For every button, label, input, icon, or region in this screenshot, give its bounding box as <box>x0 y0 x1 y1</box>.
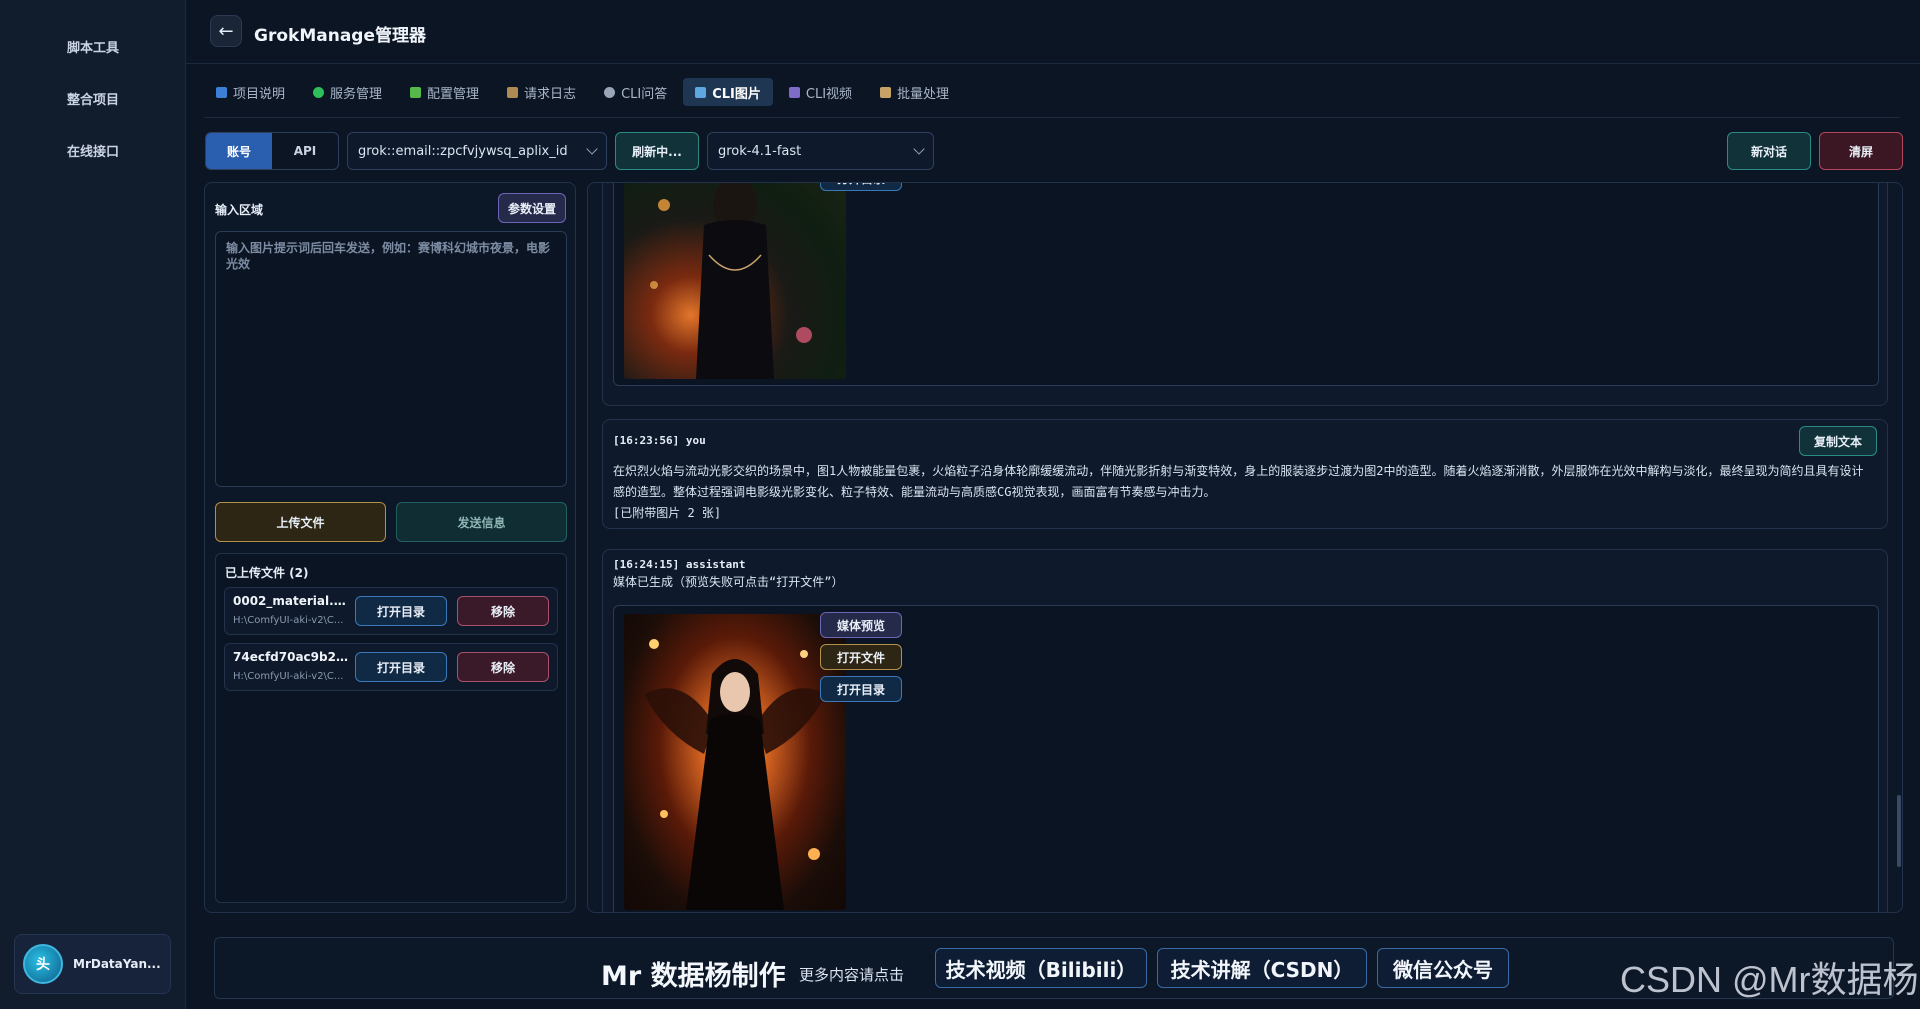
scrollbar[interactable] <box>1897 795 1901 867</box>
file-path: H:\ComfyUI-aki-v2\C... <box>233 615 344 626</box>
message-header: [16:24:15] assistant <box>613 558 746 571</box>
mode-toggle: 账号 API <box>205 132 339 170</box>
open-dir-button[interactable]: 打开目录 <box>820 183 902 191</box>
refresh-button[interactable]: 刷新中... <box>615 132 699 170</box>
open-dir-button[interactable]: 打开目录 <box>355 652 447 682</box>
banner-subtitle: 更多内容请点击 <box>799 966 905 984</box>
open-file-button[interactable]: 打开文件 <box>820 644 902 670</box>
tab-cli-image[interactable]: CLI图片 <box>683 78 773 106</box>
chat-icon <box>604 86 616 98</box>
remove-button[interactable]: 移除 <box>457 652 549 682</box>
user-card[interactable]: 头 MrDataYan... <box>14 934 171 994</box>
divider <box>204 117 1900 118</box>
watermark: CSDN @Mr数据杨 <box>1620 959 1919 1000</box>
file-path: H:\ComfyUI-aki-v2\C... <box>233 671 344 682</box>
upload-button[interactable]: 上传文件 <box>215 502 386 542</box>
film-icon <box>788 86 800 98</box>
csdn-link[interactable]: 技术讲解（CSDN） <box>1157 948 1367 988</box>
avatar: 头 <box>23 944 63 984</box>
input-title: 输入区域 <box>215 203 264 217</box>
attachment-note: [已附带图片 2 张] <box>613 506 722 520</box>
tab-cli-qa[interactable]: CLI问答 <box>592 78 679 106</box>
tab-service[interactable]: 服务管理 <box>301 78 394 106</box>
input-panel: 输入区域 参数设置 输入图片提示词后回车发送，例如：赛博科幻城市夜景，电影光效 … <box>204 182 576 913</box>
bilibili-link[interactable]: 技术视频（Bilibili） <box>935 948 1147 988</box>
sidebar: 脚本工具 整合项目 在线接口 头 MrDataYan... <box>0 0 186 1009</box>
model-select-value: grok-4.1-fast <box>718 143 802 159</box>
clipboard-icon <box>507 86 519 98</box>
tab-logs[interactable]: 请求日志 <box>495 78 588 106</box>
list-item: 74ecfd70ac9b27f... H:\ComfyUI-aki-v2\C..… <box>224 643 558 691</box>
mode-api-button[interactable]: API <box>272 133 338 169</box>
sidebar-item-script-tools[interactable]: 脚本工具 <box>0 28 186 64</box>
header: ← GrokManage管理器 <box>186 0 1920 64</box>
sidebar-item-online-api[interactable]: 在线接口 <box>0 132 186 168</box>
banner-title: Mr 数据杨制作 <box>601 961 786 992</box>
model-select[interactable]: grok-4.1-fast <box>707 132 934 170</box>
message-text: 在炽烈火焰与流动光影交织的场景中，图1人物被能量包裹，火焰粒子沿身体轮廓缓缓流动… <box>613 464 1864 499</box>
chat-message-user: [16:23:56] you 复制文本 在炽烈火焰与流动光影交织的场景中，图1人… <box>602 419 1888 529</box>
tab-label: 请求日志 <box>524 86 577 102</box>
box-icon <box>880 86 892 98</box>
user-name: MrDataYan... <box>73 957 161 971</box>
open-dir-button[interactable]: 打开目录 <box>355 596 447 626</box>
chat-message-previous: 打开目录 <box>602 183 1888 406</box>
message-text: 媒体已生成（预览失败可点击“打开文件”） <box>613 575 844 589</box>
sidebar-item-integration[interactable]: 整合项目 <box>0 80 186 116</box>
file-name: 0002_material.png <box>233 594 351 608</box>
params-button[interactable]: 参数设置 <box>498 193 566 223</box>
tab-project-info[interactable]: 项目说明 <box>204 78 297 106</box>
tab-label: 项目说明 <box>233 86 286 102</box>
tab-label: 批量处理 <box>897 86 950 102</box>
arrow-left-icon: ← <box>218 20 234 42</box>
file-name: 74ecfd70ac9b27f... <box>233 650 351 664</box>
book-icon <box>216 86 227 98</box>
account-select[interactable]: grok::email::zpcfvjywsq_aplix_id <box>347 132 607 170</box>
image-icon <box>695 86 707 98</box>
tab-cli-video[interactable]: CLI视频 <box>777 78 864 106</box>
tab-label: 配置管理 <box>427 86 480 102</box>
chevron-down-icon <box>913 143 925 155</box>
tab-batch[interactable]: 批量处理 <box>868 78 961 106</box>
mode-account-button[interactable]: 账号 <box>206 133 272 169</box>
wechat-link[interactable]: 微信公众号 <box>1377 948 1509 988</box>
clear-button[interactable]: 清屏 <box>1819 132 1903 170</box>
chevron-down-icon <box>586 143 598 155</box>
dot-icon <box>313 86 325 98</box>
tab-label: 服务管理 <box>330 86 383 102</box>
woman-figure-image <box>644 639 826 910</box>
page-title: GrokManage管理器 <box>254 26 426 46</box>
open-dir-button[interactable]: 打开目录 <box>820 676 902 702</box>
chat-panel: 打开目录 [16:23:56] you 复制文本 在炽烈火焰与流动光影交织的场景… <box>587 182 1903 913</box>
chat-message-assistant: [16:24:15] assistant 媒体已生成（预览失败可点击“打开文件”… <box>602 549 1888 912</box>
uploaded-title: 已上传文件 (2) <box>225 566 309 580</box>
media-box: 打开目录 <box>613 183 1879 386</box>
account-select-value: grok::email::zpcfvjywsq_aplix_id <box>358 143 568 159</box>
generated-image[interactable] <box>624 183 846 379</box>
copy-text-button[interactable]: 复制文本 <box>1799 426 1877 456</box>
tab-label: CLI问答 <box>621 86 668 102</box>
generated-image[interactable] <box>624 614 846 910</box>
list-item: 0002_material.png H:\ComfyUI-aki-v2\C...… <box>224 587 558 635</box>
prompt-input[interactable]: 输入图片提示词后回车发送，例如：赛博科幻城市夜景，电影光效 <box>215 231 567 487</box>
media-preview-button[interactable]: 媒体预览 <box>820 612 902 638</box>
message-header: [16:23:56] you <box>613 434 706 447</box>
send-button[interactable]: 发送信息 <box>396 502 567 542</box>
tab-label: CLI视频 <box>805 86 853 102</box>
back-button[interactable]: ← <box>210 15 242 47</box>
media-box: 媒体预览 打开文件 打开目录 <box>613 605 1879 912</box>
tab-config[interactable]: 配置管理 <box>398 78 491 106</box>
new-chat-button[interactable]: 新对话 <box>1727 132 1811 170</box>
tab-label: CLI图片 <box>712 86 761 102</box>
puzzle-icon <box>410 86 422 98</box>
remove-button[interactable]: 移除 <box>457 596 549 626</box>
woman-figure-image <box>650 183 812 379</box>
uploaded-files: 已上传文件 (2) 0002_material.png H:\ComfyUI-a… <box>215 553 567 903</box>
tab-bar: 项目说明 服务管理 配置管理 请求日志 CLI问答 CLI图片 CLI视频 批量… <box>204 78 961 106</box>
